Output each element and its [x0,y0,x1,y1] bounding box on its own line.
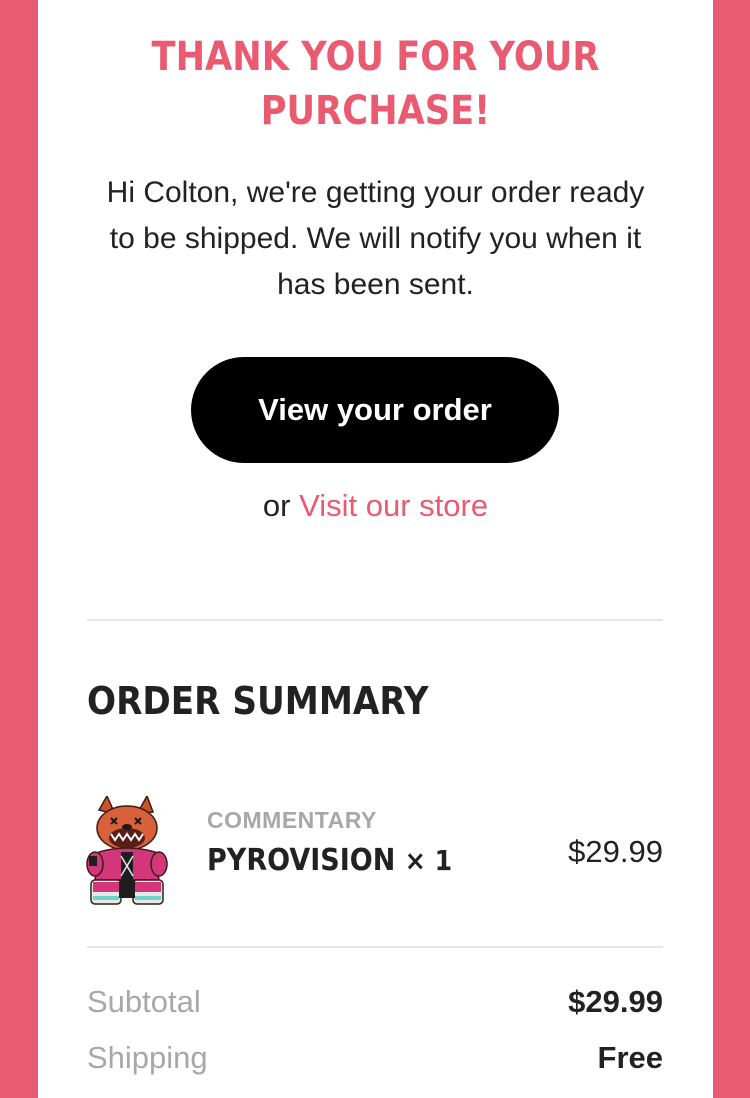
shipping-label: Shipping [87,1040,208,1075]
divider [87,946,663,948]
product-thumbnail-icon[interactable] [85,794,169,908]
item-name[interactable]: PYROVISION × 1 [207,840,452,882]
or-text: or [262,488,291,523]
subtotal-label: Subtotal [87,984,201,1019]
item-title: PYROVISION [207,843,396,878]
shipping-value: Free [597,1040,663,1075]
intro-message: Hi Colton, we're getting your order read… [106,176,645,301]
store-link-line: or Visit our store [38,484,713,528]
divider [87,619,663,621]
email-card: THANK YOU FOR YOUR PURCHASE! Hi Colton, … [38,0,713,1098]
visit-store-link[interactable]: Visit our store [299,488,488,523]
order-summary-title: ORDER SUMMARY [87,679,429,723]
view-order-button[interactable]: View your order [191,357,559,463]
item-vendor: COMMENTARY [207,807,377,833]
item-price: $29.99 [568,834,663,869]
page-title: THANK YOU FOR YOUR PURCHASE! [151,34,600,134]
item-quantity: × 1 [404,844,453,877]
subtotal-value: $29.99 [568,984,663,1019]
